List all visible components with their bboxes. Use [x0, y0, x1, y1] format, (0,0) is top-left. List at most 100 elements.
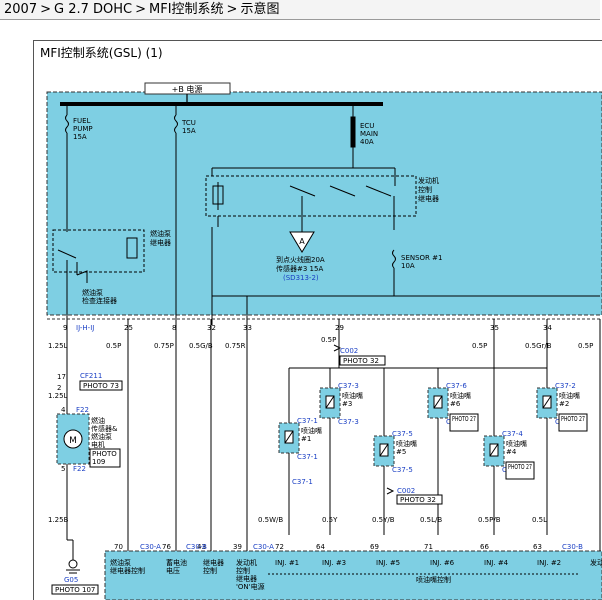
injector-5: C37-4C37-4喷油嘴#4PHOTO 27 — [483, 368, 535, 535]
wire-top-2: 0.75P — [154, 342, 174, 350]
injector-name-1-1: #1 — [301, 435, 311, 443]
injector-conn-bot-2: C37-3 — [338, 418, 359, 426]
fuse-fuel-pump-label-2: 15A — [73, 133, 87, 141]
injector-name-6-1: #2 — [559, 400, 569, 408]
engine-relay-label-2: 继电器 — [418, 194, 439, 203]
engine-relay-label-1: 控制 — [418, 185, 432, 194]
ignition-ref-letter-icon: A — [299, 237, 305, 246]
wire-bot-5: 0.5P/B — [478, 516, 501, 524]
junction-box-area — [46, 91, 602, 316]
wire-bot-4: 0.5L/B — [420, 516, 442, 524]
ignition-ref-label-0: 到点火线圈20A — [276, 255, 325, 264]
ecu-pin-0: 70 — [114, 543, 123, 551]
injector-name-4-0: 喷油嘴 — [450, 391, 471, 400]
fuse-tcu-label-0: TCU — [181, 119, 196, 127]
ignition-ref-label-1: 传感器#3 15A — [276, 264, 323, 273]
ecu-label-3-0: 发动机 — [236, 558, 257, 567]
pin-4-f22: 4 — [61, 406, 66, 414]
ecu-pin-5: 64 — [316, 543, 325, 551]
ecu-conn-2: C30-A — [253, 543, 274, 551]
ecu-label-3-1: 控制 — [236, 566, 250, 575]
motor-symbol: M — [69, 436, 77, 446]
bottom-wires: 1.25B 0.5W/B 0.5Y 0.5Y/B 0.5L/B 0.5P/B 0.5L — [48, 516, 547, 524]
fuel-pump-motor-label-2: 燃油泵 — [91, 432, 112, 441]
injector-conn-3: C37-5 — [392, 430, 413, 438]
injector-name-3-1: #5 — [396, 448, 406, 456]
wire-bot-6: 0.5L — [532, 516, 547, 524]
injector-conn-5: C37-4 — [502, 430, 523, 438]
wire-top-0: 1.25L — [48, 342, 68, 350]
wire-top-1: 0.5P — [106, 342, 121, 350]
power-label: +B 电源 — [172, 84, 203, 94]
injector-photo-4: PHOTO 27 — [452, 415, 476, 423]
injector-name-1-0: 喷油嘴 — [301, 426, 322, 435]
ecu-conn-0: C30-A — [140, 543, 161, 551]
injector-2: C37-3C37-3喷油嘴#3 — [319, 368, 363, 535]
top-pin-7: 34 — [543, 324, 552, 332]
injector-conn-bot-1: C37-1 — [297, 453, 318, 461]
wire-125l-mid: 1.25L — [48, 392, 68, 400]
f22-top-label: F22 — [76, 406, 89, 414]
wire-bot-0: 1.25B — [48, 516, 69, 524]
fuse-fuel-pump-label-1: PUMP — [73, 125, 93, 133]
ground-label: G05 — [64, 576, 78, 584]
ecu-label-7-0: INJ. #6 — [430, 559, 455, 567]
ecu-pin-7: 71 — [424, 543, 433, 551]
fuse-sensor-1-label-1: 10A — [401, 262, 415, 270]
ecu-label-0-0: 燃油泵 — [110, 558, 131, 567]
injector-control-label: 喷油嘴控制 — [416, 575, 451, 584]
injector-1: C37-1C37-1喷油嘴#1 — [278, 368, 322, 535]
ecu-label-8-0: INJ. #4 — [484, 559, 509, 567]
ecu-label-2-0: 继电器 — [203, 558, 224, 567]
injector-conn-6: C37-2 — [555, 382, 576, 390]
fuse-fuel-pump-label-0: FUEL — [73, 117, 91, 125]
ecu-label-6-0: INJ. #5 — [376, 559, 400, 567]
injector-photo-5: PHOTO 27 — [508, 463, 532, 471]
ecu-label-3-3: 'ON'电源 — [236, 582, 265, 591]
wiring-schematic: +B 电源 FUEL PUMP 15A TCU 15A ECU MAIN 40A — [46, 82, 602, 600]
ignition-ref-link[interactable]: (SD313-2) — [283, 274, 319, 282]
wire-top-4: 0.75R — [225, 342, 246, 350]
fuel-pump-relay-label-0: 燃油泵 — [150, 229, 171, 238]
injector-conn-1: C37-1 — [297, 417, 318, 425]
injector-conn-bot-3: C37-5 — [392, 466, 413, 474]
injector-name-5-0: 喷油嘴 — [506, 439, 527, 448]
fuel-pump-relay-label-1: 继电器 — [150, 238, 171, 247]
fuel-pump-motor-label-3: 电机 — [91, 440, 105, 449]
ecu-pin-8: 66 — [480, 543, 489, 551]
ecu-label-1-0: 蓄电池 — [166, 558, 187, 567]
injector-3: C37-5C37-5喷油嘴#5 — [373, 368, 417, 535]
ecu-label-1-1: 电压 — [166, 566, 180, 575]
fuse-ecu-main-label-0: ECU — [360, 122, 374, 130]
photo32-top-label: PHOTO 32 — [343, 357, 379, 365]
injector-name-4-1: #6 — [450, 400, 461, 408]
ecu-conn-1: C30-B — [186, 543, 207, 551]
pin-17: 17 — [57, 373, 66, 381]
wire-top-6: 0.5P — [472, 342, 487, 350]
engine-relay-label-0: 发动机 — [418, 176, 439, 185]
ecu-label-9-0: INJ. #2 — [537, 559, 561, 567]
fuse-ecu-main-label-2: 40A — [360, 138, 374, 146]
injector-6: C37-2C37-2喷油嘴#2PHOTO 27 — [536, 368, 588, 535]
wire-top-8: 0.5P — [578, 342, 593, 350]
pin-5-f22: 5 — [61, 465, 65, 473]
ecu-pin-6: 69 — [370, 543, 379, 551]
injector-name-2-0: 喷油嘴 — [342, 391, 363, 400]
photo107-label: PHOTO 107 — [55, 586, 95, 594]
wire-bot-1: 0.5W/B — [258, 516, 283, 524]
cf211-label: CF211 — [80, 372, 102, 380]
ecu-pin-3: 39 — [233, 543, 242, 551]
ecu-label-2-1: 控制 — [203, 566, 217, 575]
jj-label: IJ-H-IJ — [76, 324, 94, 332]
ecu-label-0-1: 继电器控制 — [110, 566, 145, 575]
top-pins: 91.25L250.5P80.75P320.5G/B330.75R290.5P3… — [48, 324, 593, 350]
wire-bot-2: 0.5Y — [322, 516, 338, 524]
c002-bot-label: C002 — [397, 487, 415, 495]
f22-bot-label: F22 — [73, 465, 86, 473]
fuse-tcu-label-1: 15A — [182, 127, 196, 135]
wire-top-7: 0.5Gr/B — [525, 342, 552, 350]
fuel-pump-motor-label-1: 传感器& — [91, 424, 118, 433]
ecu-pin-4: 72 — [275, 543, 284, 551]
fuel-pump-motor-label-0: 燃油 — [91, 416, 105, 425]
ecu-pin-9: 63 — [533, 543, 542, 551]
